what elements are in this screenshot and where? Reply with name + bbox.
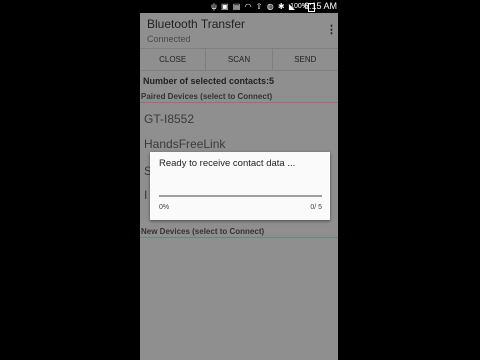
app-title: Bluetooth Transfer	[147, 17, 246, 31]
status-bar: ψ ▣ ▤ ◠ ⇧ ◍ ✱ ◣ 100% 6:15 AM	[140, 0, 338, 13]
phone-screen: ψ ▣ ▤ ◠ ⇧ ◍ ✱ ◣ 100% 6:15 AM Bluetooth T…	[140, 0, 338, 360]
paired-devices-header: Paired Devices (select to Connect)	[140, 92, 338, 103]
progress-percent: 0%	[159, 204, 170, 211]
device-item[interactable]: GT-I8552	[144, 112, 194, 126]
clock: 6:15 AM	[303, 1, 337, 11]
button-row: CLOSE SCAN SEND	[140, 48, 338, 71]
dialog-message: Ready to receive contact data ...	[159, 158, 296, 169]
status-icons: ψ ▣ ▤ ◠ ⇧ ◍ ✱ ◣	[211, 2, 296, 11]
connection-status: Connected	[147, 34, 191, 44]
device-item[interactable]: I	[144, 188, 147, 202]
progress-dialog: Ready to receive contact data ... 0% 0/ …	[150, 152, 330, 220]
new-devices-header: New Devices (select to Connect)	[140, 227, 338, 238]
progress-bar	[159, 195, 322, 197]
action-bar: Bluetooth Transfer Connected ⋮	[140, 13, 338, 47]
scan-button[interactable]: SCAN	[206, 49, 273, 70]
close-button[interactable]: CLOSE	[140, 49, 207, 70]
device-item[interactable]: HandsFreeLink	[144, 137, 225, 151]
progress-count: 0/ 5	[310, 204, 322, 211]
send-button[interactable]: SEND	[273, 49, 338, 70]
overflow-menu-icon[interactable]: ⋮	[326, 23, 337, 37]
selected-contacts-count: Number of selected contacts:5	[143, 76, 275, 86]
